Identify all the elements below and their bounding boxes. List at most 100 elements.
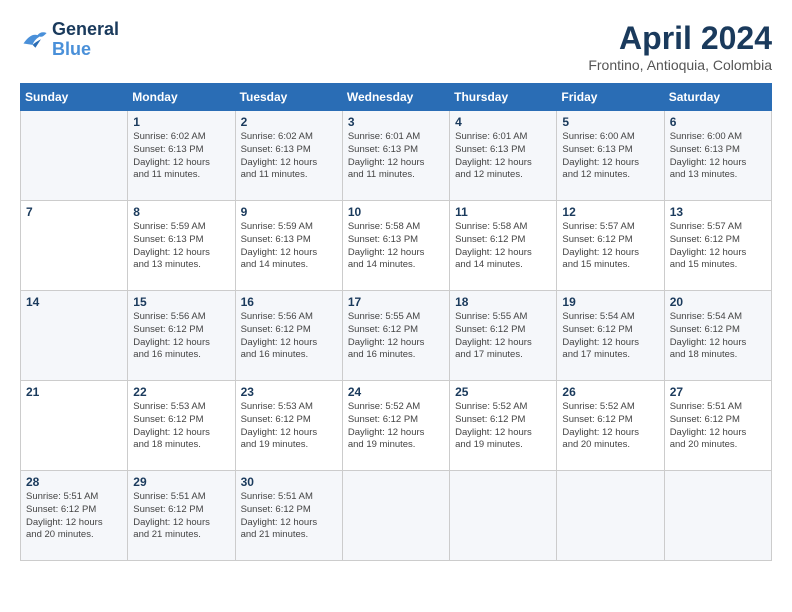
calendar-day: 12 Sunrise: 5:57 AM Sunset: 6:12 PM Dayli…	[557, 201, 664, 291]
day-info: Sunrise: 5:57 AM Sunset: 6:12 PM Dayligh…	[562, 221, 658, 272]
day-info: Sunrise: 5:51 AM Sunset: 6:12 PM Dayligh…	[670, 401, 766, 452]
page-header: General Blue April 2024 Frontino, Antioq…	[20, 20, 772, 73]
calendar-day: 7	[21, 201, 128, 291]
day-info: Sunrise: 6:00 AM Sunset: 6:13 PM Dayligh…	[670, 131, 766, 182]
weekday-header: Monday	[128, 84, 235, 111]
weekday-header: Tuesday	[235, 84, 342, 111]
logo: General Blue	[20, 20, 119, 60]
calendar-day: 5Sunrise: 6:00 AM Sunset: 6:13 PM Daylig…	[557, 111, 664, 201]
day-info: Sunrise: 5:52 AM Sunset: 6:12 PM Dayligh…	[348, 401, 444, 452]
day-info: Sunrise: 5:53 AM Sunset: 6:12 PM Dayligh…	[133, 401, 229, 452]
day-number: 4	[455, 115, 551, 129]
logo-icon	[20, 29, 48, 51]
day-info: Sunrise: 5:59 AM Sunset: 6:13 PM Dayligh…	[133, 221, 229, 272]
day-info: Sunrise: 5:54 AM Sunset: 6:12 PM Dayligh…	[670, 311, 766, 362]
day-number: 27	[670, 385, 766, 399]
calendar-day	[21, 111, 128, 201]
weekday-header: Friday	[557, 84, 664, 111]
day-number: 10	[348, 205, 444, 219]
weekday-header: Wednesday	[342, 84, 449, 111]
calendar-day	[342, 471, 449, 561]
title-block: April 2024 Frontino, Antioquia, Colombia	[588, 20, 772, 73]
calendar-day: 16 Sunrise: 5:56 AM Sunset: 6:12 PM Dayli…	[235, 291, 342, 381]
day-number: 14	[26, 295, 122, 309]
calendar-day: 13 Sunrise: 5:57 AM Sunset: 6:12 PM Dayli…	[664, 201, 771, 291]
calendar-day	[557, 471, 664, 561]
weekday-header: Saturday	[664, 84, 771, 111]
day-number: 13	[670, 205, 766, 219]
calendar-day: 17 Sunrise: 5:55 AM Sunset: 6:12 PM Dayli…	[342, 291, 449, 381]
day-number: 30	[241, 475, 337, 489]
day-info: Sunrise: 5:58 AM Sunset: 6:12 PM Dayligh…	[455, 221, 551, 272]
day-info: Sunrise: 5:55 AM Sunset: 6:12 PM Dayligh…	[348, 311, 444, 362]
calendar-day: 29 Sunrise: 5:51 AM Sunset: 6:12 PM Dayli…	[128, 471, 235, 561]
day-info: Sunrise: 5:52 AM Sunset: 6:12 PM Dayligh…	[455, 401, 551, 452]
calendar-day: 26Sunrise: 5:52 AM Sunset: 6:12 PM Dayli…	[557, 381, 664, 471]
calendar-body: 1 Sunrise: 6:02 AM Sunset: 6:13 PM Daylig…	[21, 111, 772, 561]
day-number: 19	[562, 295, 658, 309]
day-number: 23	[241, 385, 337, 399]
day-number: 8	[133, 205, 229, 219]
day-number: 15	[133, 295, 229, 309]
day-number: 16	[241, 295, 337, 309]
day-info: Sunrise: 5:51 AM Sunset: 6:12 PM Dayligh…	[133, 491, 229, 542]
calendar-day: 18Sunrise: 5:55 AM Sunset: 6:12 PM Dayli…	[450, 291, 557, 381]
logo-text-line1: General	[52, 20, 119, 40]
calendar-day: 27 Sunrise: 5:51 AM Sunset: 6:12 PM Dayli…	[664, 381, 771, 471]
day-number: 12	[562, 205, 658, 219]
calendar-day: 8 Sunrise: 5:59 AM Sunset: 6:13 PM Daylig…	[128, 201, 235, 291]
calendar-day: 11 Sunrise: 5:58 AM Sunset: 6:12 PM Dayli…	[450, 201, 557, 291]
day-info: Sunrise: 5:58 AM Sunset: 6:13 PM Dayligh…	[348, 221, 444, 272]
day-info: Sunrise: 5:54 AM Sunset: 6:12 PM Dayligh…	[562, 311, 658, 362]
day-info: Sunrise: 5:57 AM Sunset: 6:12 PM Dayligh…	[670, 221, 766, 272]
day-number: 17	[348, 295, 444, 309]
calendar-day: 6 Sunrise: 6:00 AM Sunset: 6:13 PM Daylig…	[664, 111, 771, 201]
day-number: 3	[348, 115, 444, 129]
day-info: Sunrise: 6:02 AM Sunset: 6:13 PM Dayligh…	[133, 131, 229, 182]
calendar-day: 23 Sunrise: 5:53 AM Sunset: 6:12 PM Dayli…	[235, 381, 342, 471]
day-number: 25	[455, 385, 551, 399]
calendar-header: SundayMondayTuesdayWednesdayThursdayFrid…	[21, 84, 772, 111]
calendar-day	[450, 471, 557, 561]
day-number: 20	[670, 295, 766, 309]
day-info: Sunrise: 6:02 AM Sunset: 6:13 PM Dayligh…	[241, 131, 337, 182]
calendar-day: 21	[21, 381, 128, 471]
weekday-header: Thursday	[450, 84, 557, 111]
day-number: 2	[241, 115, 337, 129]
day-number: 11	[455, 205, 551, 219]
day-info: Sunrise: 5:52 AM Sunset: 6:12 PM Dayligh…	[562, 401, 658, 452]
day-number: 6	[670, 115, 766, 129]
calendar-week: 14 15 Sunrise: 5:56 AM Sunset: 6:12 PM Day…	[21, 291, 772, 381]
calendar-day: 20 Sunrise: 5:54 AM Sunset: 6:12 PM Dayli…	[664, 291, 771, 381]
day-number: 1	[133, 115, 229, 129]
day-info: Sunrise: 5:56 AM Sunset: 6:12 PM Dayligh…	[241, 311, 337, 362]
calendar-day: 28 Sunrise: 5:51 AM Sunset: 6:12 PM Dayli…	[21, 471, 128, 561]
calendar-day: 25 Sunrise: 5:52 AM Sunset: 6:12 PM Dayli…	[450, 381, 557, 471]
weekday-header: Sunday	[21, 84, 128, 111]
day-number: 7	[26, 205, 122, 219]
calendar-day: 24 Sunrise: 5:52 AM Sunset: 6:12 PM Dayli…	[342, 381, 449, 471]
calendar-day: 22Sunrise: 5:53 AM Sunset: 6:12 PM Dayli…	[128, 381, 235, 471]
calendar-day: 19 Sunrise: 5:54 AM Sunset: 6:12 PM Dayli…	[557, 291, 664, 381]
day-number: 21	[26, 385, 122, 399]
day-info: Sunrise: 5:53 AM Sunset: 6:12 PM Dayligh…	[241, 401, 337, 452]
day-number: 28	[26, 475, 122, 489]
calendar-week: 78 Sunrise: 5:59 AM Sunset: 6:13 PM Dayli…	[21, 201, 772, 291]
day-info: Sunrise: 5:51 AM Sunset: 6:12 PM Dayligh…	[26, 491, 122, 542]
calendar-day: 3 Sunrise: 6:01 AM Sunset: 6:13 PM Daylig…	[342, 111, 449, 201]
calendar-week: 21 22Sunrise: 5:53 AM Sunset: 6:12 PM Day…	[21, 381, 772, 471]
day-info: Sunrise: 5:59 AM Sunset: 6:13 PM Dayligh…	[241, 221, 337, 272]
day-info: Sunrise: 5:56 AM Sunset: 6:12 PM Dayligh…	[133, 311, 229, 362]
calendar-week: 1 Sunrise: 6:02 AM Sunset: 6:13 PM Daylig…	[21, 111, 772, 201]
day-info: Sunrise: 6:01 AM Sunset: 6:13 PM Dayligh…	[348, 131, 444, 182]
month-title: April 2024	[588, 20, 772, 57]
day-number: 5	[562, 115, 658, 129]
calendar-day: 1 Sunrise: 6:02 AM Sunset: 6:13 PM Daylig…	[128, 111, 235, 201]
day-number: 24	[348, 385, 444, 399]
calendar-day: 15 Sunrise: 5:56 AM Sunset: 6:12 PM Dayli…	[128, 291, 235, 381]
logo-text-line2: Blue	[52, 40, 119, 60]
day-number: 29	[133, 475, 229, 489]
calendar-week: 28 Sunrise: 5:51 AM Sunset: 6:12 PM Dayli…	[21, 471, 772, 561]
calendar-day: 14	[21, 291, 128, 381]
day-number: 9	[241, 205, 337, 219]
